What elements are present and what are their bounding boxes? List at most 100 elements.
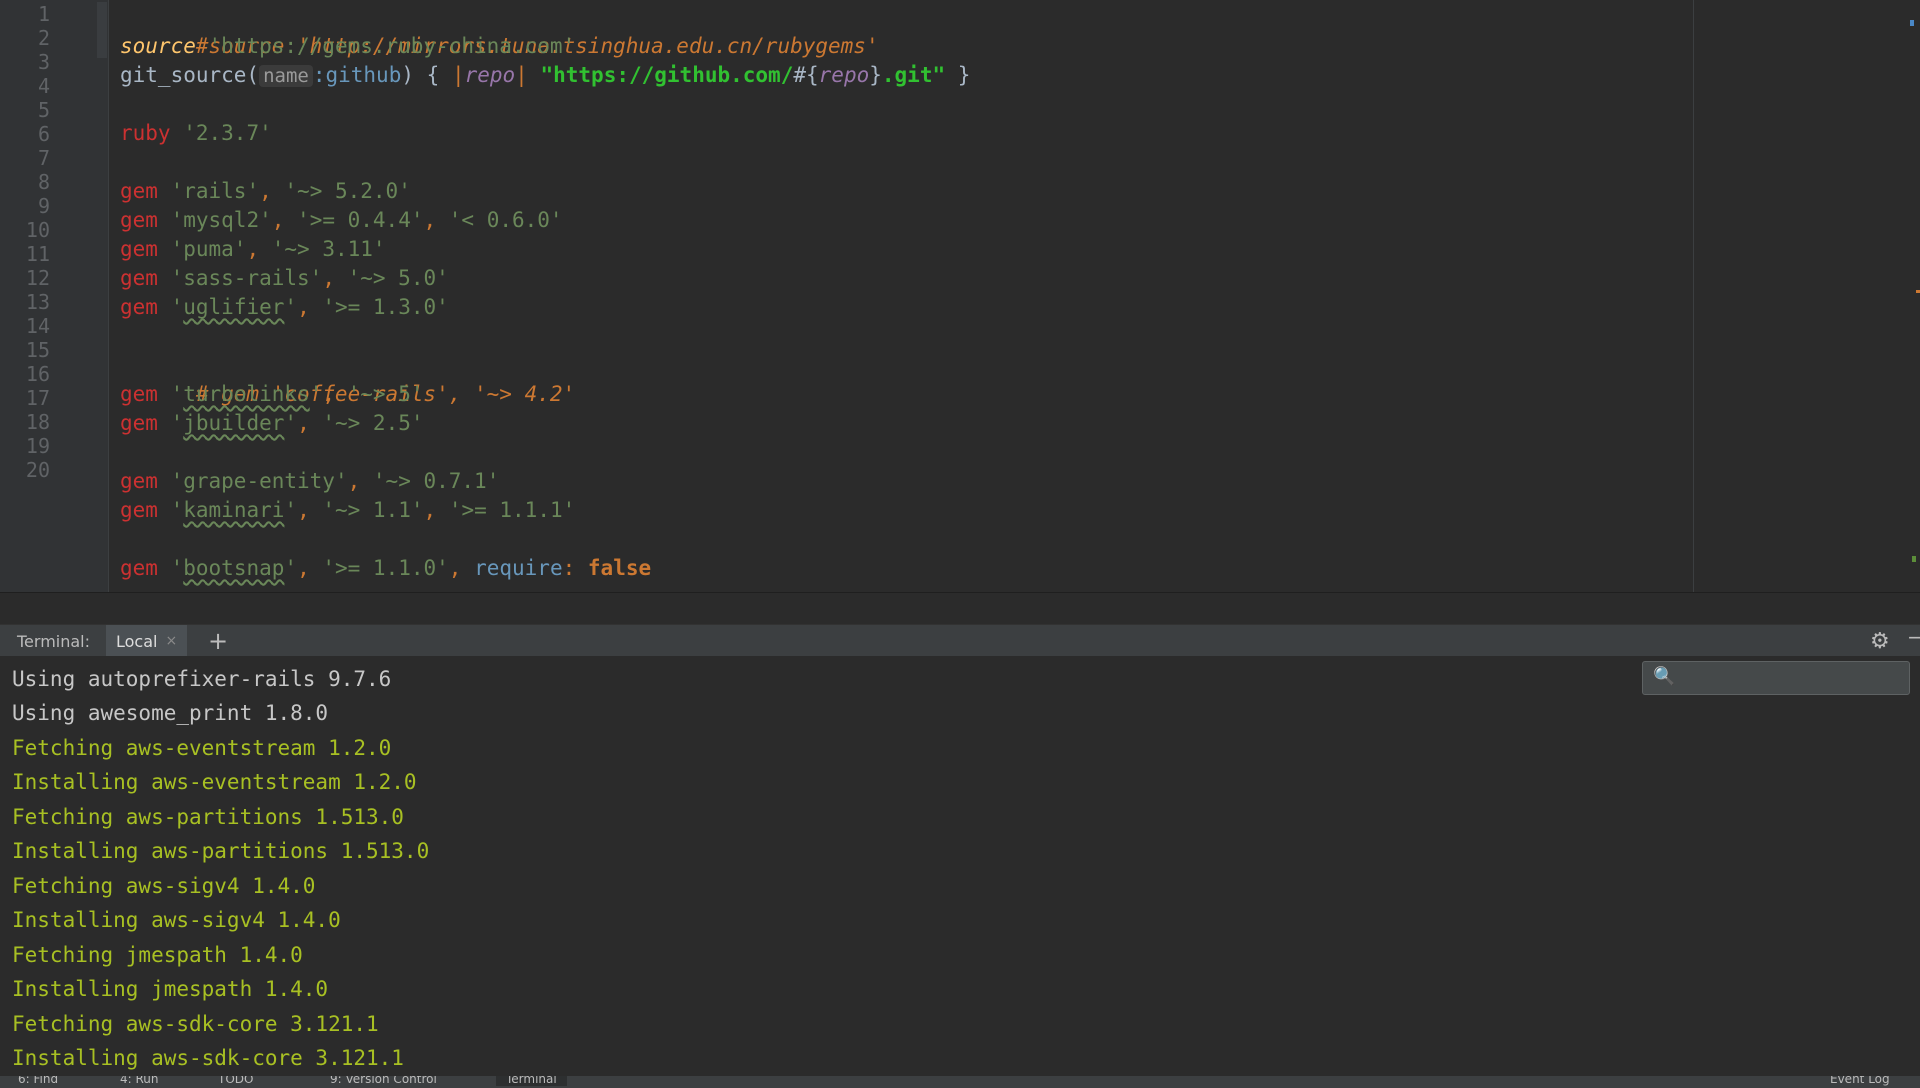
status-item-terminal[interactable]: Terminal bbox=[496, 1076, 567, 1086]
tab-label: Local bbox=[116, 631, 158, 651]
quote: ' bbox=[284, 556, 298, 580]
string: '~> 1.1' bbox=[322, 498, 424, 522]
string: 'rails' bbox=[170, 179, 260, 203]
keyword: gem bbox=[120, 498, 158, 522]
string: 'puma' bbox=[170, 237, 247, 261]
string: .git" bbox=[881, 63, 946, 87]
string: '>= 1.1.0' bbox=[322, 556, 449, 580]
quote: ' bbox=[309, 382, 323, 406]
terminal-line: Fetching aws-partitions 1.513.0 bbox=[12, 805, 404, 829]
code-line: git_source(name:github) { |repo| "https:… bbox=[120, 61, 970, 90]
punctuation: , bbox=[297, 498, 323, 522]
status-item-run[interactable]: 4: Run bbox=[120, 1076, 159, 1086]
code-editor[interactable]: 1 2 3 4 5 6 7 8 9 10 11 12 13 14 15 16 1… bbox=[0, 0, 1920, 593]
status-bar: 6: Find 4: Run TODO 9: Version Control T… bbox=[0, 1076, 1920, 1088]
string: 'grape-entity' bbox=[170, 469, 348, 493]
code-line: ruby '2.3.7' bbox=[120, 119, 272, 148]
quote: ' bbox=[284, 295, 298, 319]
terminal-line: Fetching jmespath 1.4.0 bbox=[12, 943, 303, 967]
terminal-line: Installing aws-sdk-core 3.121.1 bbox=[12, 1046, 404, 1070]
interpolation: #{ bbox=[793, 63, 819, 87]
terminal-output[interactable]: Using autoprefixer-rails 9.7.6 Using awe… bbox=[0, 656, 1920, 1084]
boolean-literal: false bbox=[587, 556, 652, 580]
keyword: gem bbox=[120, 556, 158, 580]
block-param: repo bbox=[464, 63, 516, 87]
terminal-header: Terminal: Local × + ⚙ — bbox=[0, 624, 1920, 657]
current-line-marker bbox=[97, 2, 107, 58]
scrollbar-marker[interactable] bbox=[1912, 556, 1916, 562]
terminal-line: Using autoprefixer-rails 9.7.6 bbox=[12, 667, 392, 691]
string: '< 0.6.0' bbox=[448, 208, 563, 232]
quote: ' bbox=[170, 411, 184, 435]
punctuation: , bbox=[423, 208, 449, 232]
right-margin-guide bbox=[1693, 0, 1694, 592]
interpolation: } bbox=[869, 63, 882, 87]
code-line: gem 'bootsnap', '>= 1.1.0', require: fal… bbox=[120, 554, 651, 583]
string: '>= 0.4.4' bbox=[297, 208, 424, 232]
quote: ' bbox=[284, 411, 298, 435]
keyword: source bbox=[120, 34, 196, 58]
keyword: gem bbox=[120, 382, 158, 406]
code-line: source 'https://gems.ruby-china.com' bbox=[120, 32, 575, 61]
terminal-line: Fetching aws-sigv4 1.4.0 bbox=[12, 874, 316, 898]
code-line: gem 'uglifier', '>= 1.3.0' bbox=[120, 293, 449, 322]
symbol: :github bbox=[312, 63, 402, 87]
terminal-line: Fetching aws-sdk-core 3.121.1 bbox=[12, 1012, 379, 1036]
punctuation: } bbox=[945, 63, 971, 87]
quote: ' bbox=[170, 382, 184, 406]
terminal-line: Installing jmespath 1.4.0 bbox=[12, 977, 329, 1001]
status-item-version-control[interactable]: 9: Version Control bbox=[330, 1076, 437, 1086]
punctuation: ) { bbox=[401, 63, 452, 87]
code-line: # gem 'coffee-rails', '~> 4.2' bbox=[120, 351, 575, 406]
punctuation: , bbox=[297, 556, 323, 580]
scrollbar-marker[interactable] bbox=[1916, 290, 1920, 293]
quote: ' bbox=[170, 556, 184, 580]
minimize-icon[interactable]: — bbox=[1908, 625, 1920, 650]
terminal-line: Installing aws-partitions 1.513.0 bbox=[12, 839, 430, 863]
gem-name: turbolinks bbox=[183, 382, 310, 406]
gem-name: kaminari bbox=[183, 498, 285, 522]
status-item-find[interactable]: 6: Find bbox=[18, 1076, 58, 1086]
code-line: gem 'grape-entity', '~> 0.7.1' bbox=[120, 467, 499, 496]
pipe: | bbox=[515, 63, 528, 87]
code-line: gem 'kaminari', '~> 1.1', '>= 1.1.1' bbox=[120, 496, 575, 525]
tab-local[interactable]: Local × bbox=[106, 625, 188, 657]
terminal-search-input[interactable]: 🔍 bbox=[1642, 661, 1910, 695]
code-area[interactable]: #source 'http://mirrors.tuna.tsinghua.ed… bbox=[120, 0, 1694, 592]
string: '2.3.7' bbox=[183, 121, 272, 145]
code-line: gem 'sass-rails', '~> 5.0' bbox=[120, 264, 449, 293]
string: '~> 5.2.0' bbox=[284, 179, 411, 203]
punctuation: , bbox=[322, 266, 348, 290]
status-item-event-log[interactable]: Event Log bbox=[1830, 1076, 1890, 1086]
add-tab-icon[interactable]: + bbox=[208, 627, 228, 655]
gear-icon[interactable]: ⚙ bbox=[1870, 629, 1890, 654]
punctuation: : bbox=[562, 556, 588, 580]
string: '~> 5.0' bbox=[347, 266, 449, 290]
search-icon: 🔍 bbox=[1653, 666, 1676, 687]
punctuation: , bbox=[259, 179, 285, 203]
keyword: gem bbox=[120, 469, 158, 493]
close-icon[interactable]: × bbox=[165, 633, 177, 649]
quote: ' bbox=[170, 295, 184, 319]
punctuation: , bbox=[271, 208, 298, 232]
line-number-gutter: 1 2 3 4 5 6 7 8 9 10 11 12 13 14 15 16 1… bbox=[0, 0, 109, 592]
punctuation: , bbox=[448, 556, 475, 580]
scrollbar-marker[interactable] bbox=[1910, 20, 1914, 26]
punctuation: , bbox=[322, 382, 348, 406]
status-item-todo[interactable]: TODO bbox=[218, 1076, 253, 1086]
keyword: gem bbox=[120, 179, 158, 203]
keyword: gem bbox=[120, 411, 158, 435]
terminal-line: Using awesome_print 1.8.0 bbox=[12, 701, 329, 725]
string: '~> 0.7.1' bbox=[372, 469, 500, 493]
block-param: repo bbox=[818, 63, 870, 87]
code-line: gem 'mysql2', '>= 0.4.4', '< 0.6.0' bbox=[120, 206, 563, 235]
string: '~> 3.11' bbox=[271, 237, 386, 261]
string: '>= 1.3.0' bbox=[322, 295, 449, 319]
terminal-line: Fetching aws-eventstream 1.2.0 bbox=[12, 736, 392, 760]
string: '~> 5' bbox=[347, 382, 424, 406]
string: 'sass-rails' bbox=[170, 266, 323, 290]
keyword: gem bbox=[120, 295, 158, 319]
string: '~> 2.5' bbox=[322, 411, 424, 435]
code-line: gem 'puma', '~> 3.11' bbox=[120, 235, 386, 264]
parameter-hint: name bbox=[259, 65, 313, 87]
